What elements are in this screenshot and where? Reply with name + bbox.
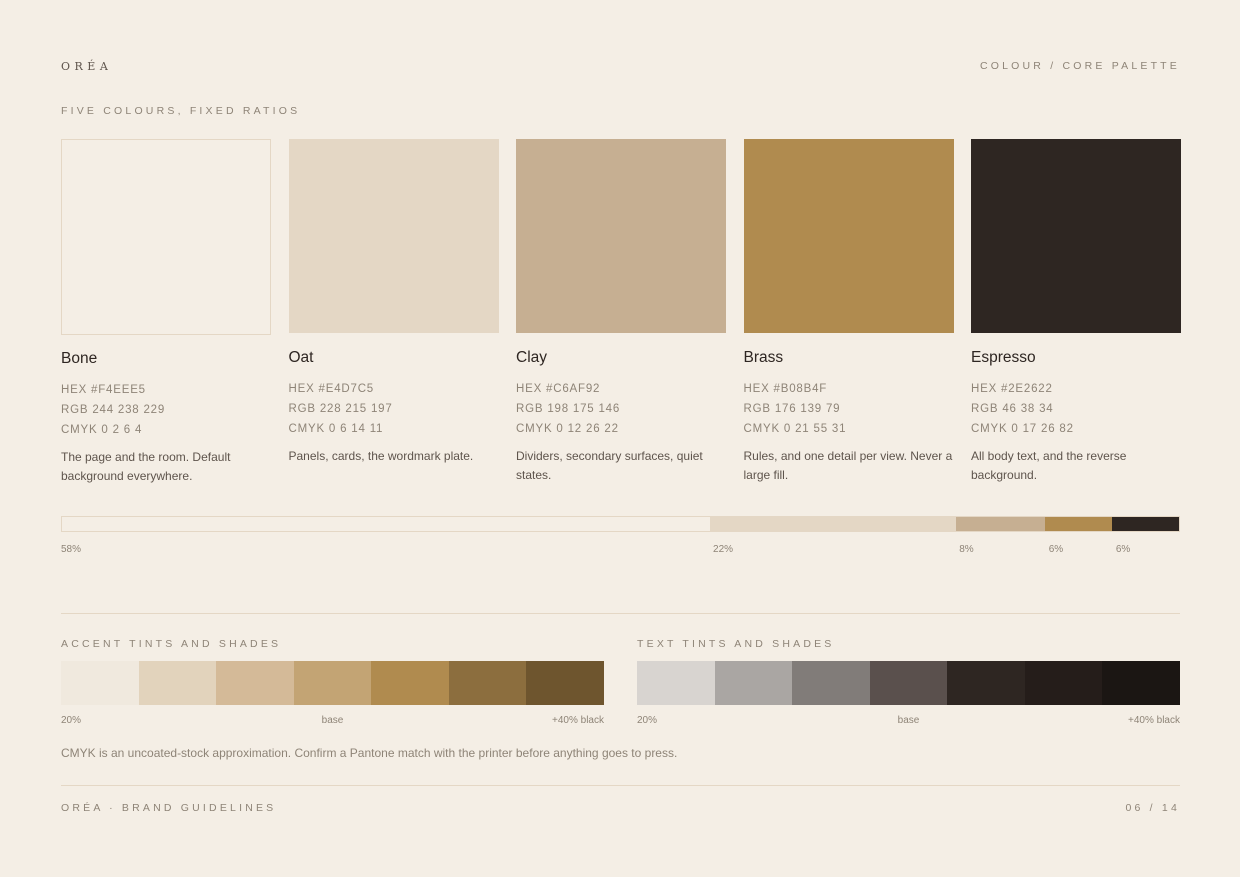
- swatch-description: All body text, and the reverse backgroun…: [971, 449, 1127, 482]
- accent-tint-strip: [61, 661, 605, 705]
- swatch-cmyk: CMYK 0 21 55 31: [743, 423, 847, 435]
- footer-rule: [61, 785, 1180, 786]
- swatch-description: The page and the room. Default backgroun…: [61, 450, 231, 483]
- tint-swatch: [293, 661, 372, 705]
- swatch-description: Dividers, secondary surfaces, quiet stat…: [516, 449, 703, 482]
- swatch-description: Rules, and one detail per view. Never a …: [743, 449, 953, 482]
- swatch-chip: [516, 139, 726, 333]
- accent-tints-title: ACCENT TINTS AND SHADES: [61, 638, 282, 650]
- swatch-cmyk: CMYK 0 17 26 82: [971, 423, 1074, 435]
- swatch-chip: [971, 139, 1181, 333]
- tint-swatch: [371, 661, 449, 705]
- swatch-chip: [61, 139, 271, 335]
- footer-title: ORÉA · BRAND GUIDELINES: [61, 802, 277, 814]
- swatch-cmyk: CMYK 0 2 6 4: [61, 424, 143, 436]
- tint-swatch: [61, 661, 139, 705]
- tint-swatch: [714, 661, 793, 705]
- tint-swatch: [526, 661, 605, 705]
- swatch-name: Oat: [288, 349, 314, 366]
- swatch-hex: HEX #2E2622: [971, 383, 1053, 395]
- tint-swatch: [1102, 661, 1181, 705]
- ratio-label: 22%: [713, 544, 734, 555]
- swatch-hex: HEX #B08B4F: [743, 383, 828, 395]
- swatch-grid: Bone HEX #F4EEE5 RGB 244 238 229 CMYK 0 …: [61, 139, 1181, 486]
- swatch-rgb: RGB 244 238 229: [61, 404, 166, 416]
- swatch-name: Clay: [516, 349, 548, 366]
- swatch-specs: HEX #C6AF92 RGB 198 175 146 CMYK 0 12 26…: [516, 379, 726, 439]
- tint-label-base: base: [321, 715, 344, 726]
- tint-label-right: +40% black: [1128, 715, 1180, 726]
- swatch-name: Bone: [61, 350, 98, 367]
- tint-swatch: [947, 661, 1025, 705]
- swatch-card: Brass HEX #B08B4F RGB 176 139 79 CMYK 0 …: [743, 139, 954, 486]
- tint-swatch: [1024, 661, 1103, 705]
- ratio-bar: [61, 516, 1180, 532]
- accent-tint-labels: 20% base +40% black: [61, 715, 604, 729]
- ratio-labels: 58% 22% 8% 6% 6%: [61, 544, 1180, 558]
- tint-swatch: [138, 661, 217, 705]
- tint-label-right: +40% black: [552, 715, 604, 726]
- swatch-rgb: RGB 46 38 34: [971, 403, 1054, 415]
- ratio-segment: [1111, 517, 1179, 531]
- tint-swatch: [448, 661, 527, 705]
- swatch-specs: HEX #F4EEE5 RGB 244 238 229 CMYK 0 2 6 4: [61, 380, 271, 440]
- tint-label-base: base: [897, 715, 920, 726]
- swatch-name: Espresso: [971, 349, 1036, 366]
- text-tints-title: TEXT TINTS AND SHADES: [637, 638, 835, 650]
- swatch-specs: HEX #2E2622 RGB 46 38 34 CMYK 0 17 26 82: [971, 379, 1181, 439]
- ratio-label: 8%: [959, 544, 974, 555]
- text-tint-labels: 20% base +40% black: [637, 715, 1180, 729]
- text-tints: TEXT TINTS AND SHADES 20% base +40% blac…: [637, 638, 1181, 729]
- brand-wordmark: ORÉA: [61, 60, 113, 73]
- swatch-cmyk: CMYK 0 12 26 22: [516, 423, 619, 435]
- breadcrumb: COLOUR / CORE PALETTE: [979, 60, 1180, 72]
- ratio-label: 58%: [61, 544, 82, 555]
- swatch-cmyk: CMYK 0 6 14 11: [288, 423, 384, 435]
- divider-rule: [61, 613, 1180, 614]
- swatch-specs: HEX #B08B4F RGB 176 139 79 CMYK 0 21 55 …: [744, 379, 954, 439]
- swatch-card: Clay HEX #C6AF92 RGB 198 175 146 CMYK 0 …: [516, 139, 726, 486]
- swatch-hex: HEX #C6AF92: [516, 383, 601, 395]
- tint-label-left: 20%: [61, 715, 82, 726]
- palette-page: ORÉA COLOUR / CORE PALETTE FIVE COLOURS,…: [0, 0, 1240, 877]
- swatch-card: Espresso HEX #2E2622 RGB 46 38 34 CMYK 0…: [971, 139, 1181, 486]
- text-tint-strip: [637, 661, 1181, 705]
- top-bar: ORÉA COLOUR / CORE PALETTE: [61, 60, 1180, 76]
- swatch-rgb: RGB 228 215 197: [288, 403, 393, 415]
- accent-tints: ACCENT TINTS AND SHADES 20% base +40% bl…: [61, 638, 605, 729]
- tint-swatch: [869, 661, 948, 705]
- ratio-label: 6%: [1048, 544, 1064, 555]
- swatch-description: Panels, cards, the wordmark plate.: [288, 449, 474, 463]
- ratio-segment: [62, 517, 710, 531]
- ratio-segment: [709, 517, 956, 531]
- swatch-hex: HEX #E4D7C5: [288, 383, 375, 395]
- tint-swatch: [637, 661, 715, 705]
- ratio-segment: [1044, 517, 1112, 531]
- section-label: FIVE COLOURS, FIXED RATIOS: [61, 105, 301, 117]
- ratio-label: 6%: [1115, 544, 1131, 555]
- swatch-card: Oat HEX #E4D7C5 RGB 228 215 197 CMYK 0 6…: [288, 139, 499, 486]
- swatch-rgb: RGB 176 139 79: [743, 403, 841, 415]
- swatch-name: Brass: [743, 349, 784, 366]
- swatch-chip: [743, 139, 954, 333]
- swatch-specs: HEX #E4D7C5 RGB 228 215 197 CMYK 0 6 14 …: [289, 379, 499, 439]
- tint-swatch: [792, 661, 870, 705]
- swatch-rgb: RGB 198 175 146: [516, 403, 621, 415]
- swatch-card: Bone HEX #F4EEE5 RGB 244 238 229 CMYK 0 …: [61, 139, 271, 486]
- ratio-segment: [955, 517, 1045, 531]
- print-note: CMYK is an uncoated-stock approximation.…: [61, 746, 678, 760]
- tint-label-left: 20%: [637, 715, 658, 726]
- swatch-hex: HEX #F4EEE5: [61, 384, 146, 396]
- swatch-chip: [288, 139, 499, 333]
- tint-swatch: [216, 661, 294, 705]
- footer: ORÉA · BRAND GUIDELINES 06 / 14: [61, 802, 1180, 816]
- page-number: 06 / 14: [1125, 802, 1180, 814]
